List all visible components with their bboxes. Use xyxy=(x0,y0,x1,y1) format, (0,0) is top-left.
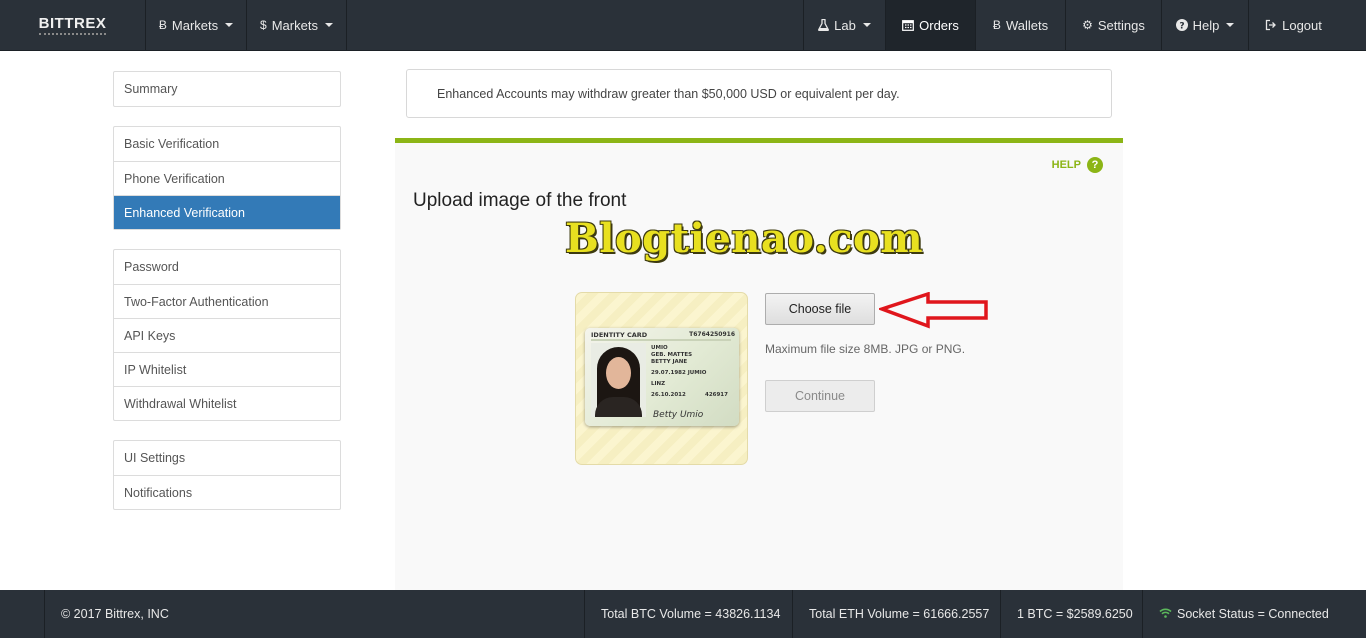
sidebar-group-summary: Summary xyxy=(113,71,341,107)
upload-panel: HELP ? Upload image of the front Blogtie… xyxy=(395,138,1123,590)
upload-title: Upload image of the front xyxy=(413,190,627,211)
eth-volume-text: Total ETH Volume = 61666.2557 xyxy=(809,607,990,621)
caret-down-icon xyxy=(225,23,234,27)
id-card-subline xyxy=(591,339,731,341)
sidebar-item-two-factor[interactable]: Two-Factor Authentication xyxy=(114,284,340,318)
id-card-place: LINZ xyxy=(651,381,666,387)
nav-label: Logout xyxy=(1282,17,1322,33)
nav-label: Orders xyxy=(919,17,959,33)
help-link[interactable]: HELP ? xyxy=(1052,157,1103,173)
nav-label: Lab xyxy=(834,17,856,33)
photo-body xyxy=(595,397,642,417)
copyright-text: © 2017 Bittrex, INC xyxy=(61,607,169,621)
logout-icon xyxy=(1265,19,1277,31)
nav-label: Markets xyxy=(171,17,219,33)
caret-down-icon xyxy=(862,23,871,27)
id-card-header: IDENTITY CARD xyxy=(591,331,648,339)
sidebar-item-summary[interactable]: Summary xyxy=(114,72,340,106)
watermark-text: Blogtienao.com xyxy=(565,215,924,262)
nav-btc-markets[interactable]: Ƀ Markets xyxy=(146,0,246,50)
footer-socket-status: Socket Status = Connected xyxy=(1142,590,1366,638)
caret-down-icon xyxy=(1226,23,1235,27)
id-card-given-name: BETTY JANE xyxy=(651,359,688,365)
gear-icon: ⚙ xyxy=(1082,18,1093,32)
nav-wallets[interactable]: Ƀ Wallets xyxy=(975,0,1065,50)
nav-label: Help xyxy=(1192,17,1220,33)
nav-help[interactable]: ? Help xyxy=(1161,0,1248,50)
sidebar-item-phone-verification[interactable]: Phone Verification xyxy=(114,161,340,195)
caret-down-icon xyxy=(324,23,333,27)
footer-eth-volume: Total ETH Volume = 61666.2557 xyxy=(792,590,1000,638)
nav-settings[interactable]: ⚙ Settings xyxy=(1065,0,1161,50)
sidebar-group-verification: Basic Verification Phone Verification En… xyxy=(113,126,341,230)
id-card-surname: UMIO xyxy=(651,345,668,351)
nav-label: Markets xyxy=(271,17,318,33)
id-card-signature: Betty Umio xyxy=(653,410,704,420)
id-card-born-name: GEB. MATTES xyxy=(651,352,693,358)
sidebar-item-ui-settings[interactable]: UI Settings xyxy=(114,441,340,475)
wifi-icon xyxy=(1159,607,1172,621)
nav-label: Settings xyxy=(1097,17,1145,33)
nav-label: Wallets xyxy=(1005,17,1049,33)
id-card-preview: IDENTITY CARD T6764250916 UMIO GEB. MATT… xyxy=(575,292,748,465)
footer-btc-volume: Total BTC Volume = 43826.1134 xyxy=(584,590,792,638)
info-alert: Enhanced Accounts may withdraw greater t… xyxy=(406,69,1112,118)
id-card-code: 426917 xyxy=(705,392,728,398)
id-card-image: IDENTITY CARD T6764250916 UMIO GEB. MATT… xyxy=(585,328,739,426)
bitcoin-icon: Ƀ xyxy=(158,18,167,32)
flask-icon xyxy=(818,19,830,31)
sidebar-item-withdrawal-whitelist[interactable]: Withdrawal Whitelist xyxy=(114,386,340,420)
continue-button[interactable]: Continue xyxy=(765,380,875,412)
help-label: HELP xyxy=(1051,159,1081,171)
footer-btc-price: 1 BTC = $2589.6250 xyxy=(1000,590,1142,638)
footer-copyright: © 2017 Bittrex, INC xyxy=(44,590,584,638)
sidebar-item-ip-whitelist[interactable]: IP Whitelist xyxy=(114,352,340,386)
calendar-icon xyxy=(902,19,915,31)
nav-usd-markets[interactable]: $ Markets xyxy=(246,0,346,50)
sidebar-group-preferences: UI Settings Notifications xyxy=(113,440,341,510)
sidebar-item-basic-verification[interactable]: Basic Verification xyxy=(114,127,340,161)
brand-text: BITTREX xyxy=(38,15,107,35)
bitcoin-icon: Ƀ xyxy=(992,18,1001,32)
photo-face xyxy=(606,357,631,389)
dollar-icon: $ xyxy=(260,18,267,32)
nav-lab[interactable]: Lab xyxy=(803,0,885,50)
svg-text:?: ? xyxy=(1179,21,1184,31)
choose-file-button[interactable]: Choose file xyxy=(765,293,875,325)
nav-divider xyxy=(346,0,347,50)
red-arrow-annotation xyxy=(879,292,988,329)
id-card-number: T6764250916 xyxy=(689,331,735,338)
nav-logout[interactable]: Logout xyxy=(1248,0,1338,50)
max-file-size-text: Maximum file size 8MB. JPG or PNG. xyxy=(765,342,966,356)
id-card-photo xyxy=(591,343,646,417)
id-card-expiry: 26.10.2012 xyxy=(651,392,686,398)
sidebar-item-notifications[interactable]: Notifications xyxy=(114,475,340,509)
footer-bar: © 2017 Bittrex, INC Total BTC Volume = 4… xyxy=(0,590,1366,638)
btc-price-text: 1 BTC = $2589.6250 xyxy=(1017,607,1133,621)
sidebar-item-enhanced-verification[interactable]: Enhanced Verification xyxy=(114,195,340,229)
help-icon: ? xyxy=(1087,157,1103,173)
sidebar-item-api-keys[interactable]: API Keys xyxy=(114,318,340,352)
info-text: Enhanced Accounts may withdraw greater t… xyxy=(437,86,900,101)
top-navbar: BITTREX Ƀ Markets $ Markets Lab Orders Ƀ… xyxy=(0,0,1366,51)
socket-status-text: Socket Status = Connected xyxy=(1177,607,1329,621)
brand-logo[interactable]: BITTREX xyxy=(0,0,146,50)
question-icon: ? xyxy=(1175,19,1188,31)
sidebar-group-security: Password Two-Factor Authentication API K… xyxy=(113,249,341,421)
sidebar-item-password[interactable]: Password xyxy=(114,250,340,284)
nav-orders[interactable]: Orders xyxy=(885,0,975,50)
id-card-birth-date: 29.07.1982 JUMIO xyxy=(651,370,707,376)
btc-volume-text: Total BTC Volume = 43826.1134 xyxy=(601,607,781,621)
